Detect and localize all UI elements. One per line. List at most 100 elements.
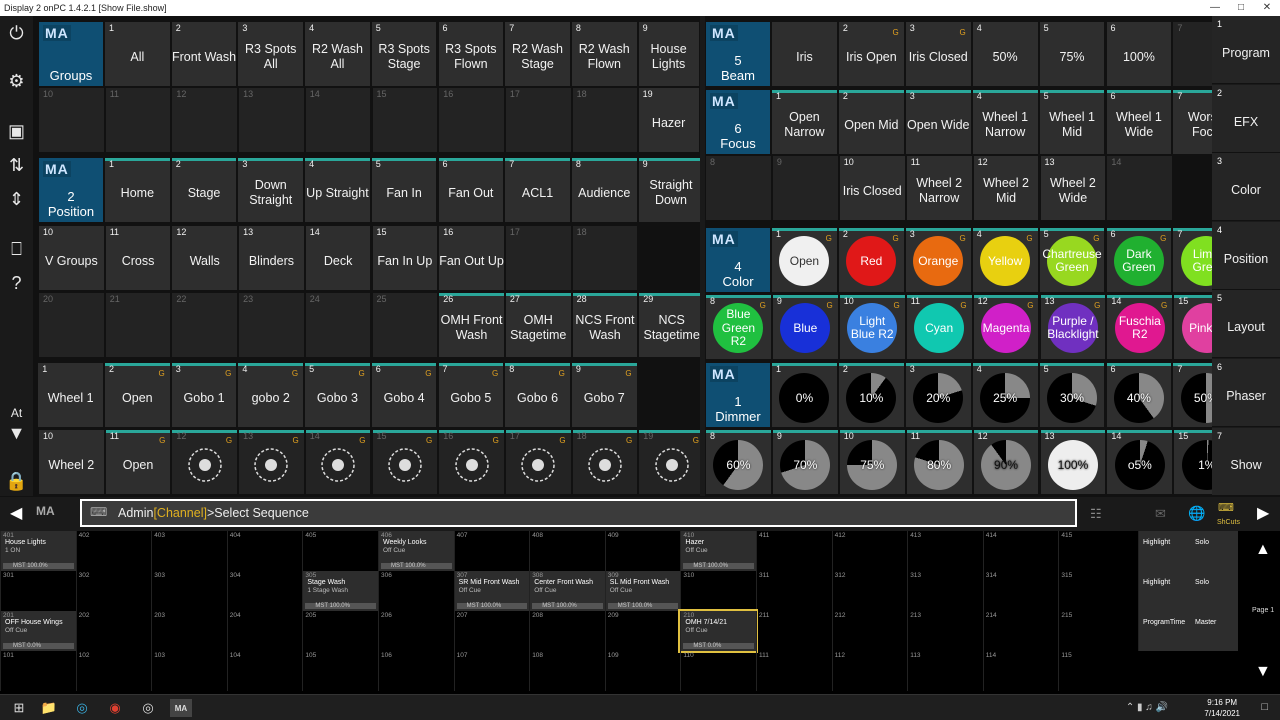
chrome-icon[interactable]: ◉	[106, 699, 124, 717]
special-executor[interactable]: ProgramTime Master	[1138, 611, 1238, 651]
position-preset[interactable]: 27 OMH Stagetime	[504, 292, 572, 358]
executor-102[interactable]: 102	[75, 651, 152, 691]
focus-preset[interactable]: 10 Iris Closed	[838, 155, 906, 221]
group-item-hazer[interactable]: 19 Hazer	[637, 87, 700, 153]
gobo-preset[interactable]: 19 G	[638, 429, 705, 495]
gear-icon[interactable]: ⚙	[0, 64, 33, 98]
dimmer-preset[interactable]: 8 60%	[705, 429, 772, 495]
executor-415[interactable]: 415	[1058, 531, 1134, 571]
executor-107[interactable]: 107	[453, 651, 530, 691]
group-empty[interactable]: 11	[104, 87, 172, 153]
dimmer-preset[interactable]: 9 70%	[771, 429, 839, 495]
executor-308[interactable]: 308 Center Front Wash Off Cue MST 100.0%	[529, 571, 605, 611]
group-empty[interactable]: 14	[304, 87, 372, 153]
pool-label[interactable]: MA 6 Focus	[705, 89, 771, 155]
mail-icon[interactable]: ✉	[1155, 506, 1166, 522]
clock[interactable]: 9:16 PM 7/14/2021	[1204, 697, 1240, 719]
group-empty[interactable]: 12	[171, 87, 239, 153]
view-tab-position[interactable]: 4 Position	[1212, 221, 1280, 290]
executor-311[interactable]: 311	[756, 571, 832, 611]
gobo-preset[interactable]: 1 Wheel 1	[37, 362, 104, 428]
gobo-preset[interactable]: 13 G	[238, 429, 305, 495]
color-preset[interactable]: 14 G Fuschia R2	[1106, 294, 1174, 360]
executor-306[interactable]: 306	[378, 571, 454, 611]
monitor-icon[interactable]: ⎕	[0, 232, 33, 266]
filter-icon[interactable]: ▼	[0, 416, 33, 450]
position-preset[interactable]: 6 Fan Out	[437, 157, 505, 223]
executor-202[interactable]: 202	[75, 611, 152, 651]
executor-413[interactable]: 413	[907, 531, 983, 571]
executor-103[interactable]: 103	[151, 651, 227, 691]
dimmer-preset[interactable]: 11 80%	[905, 429, 973, 495]
executor-407[interactable]: 407	[453, 531, 530, 571]
gobo-preset[interactable]: 6 G Gobo 4	[370, 362, 438, 428]
executor-114[interactable]: 114	[982, 651, 1059, 691]
pool-label[interactable]: MA 1 Dimmer	[705, 362, 771, 428]
command-line-input[interactable]: ⌨ Admin [Channel] >Select Sequence	[80, 499, 1077, 527]
dimmer-preset[interactable]: 5 30%	[1038, 362, 1106, 428]
position-preset[interactable]: 20	[38, 292, 105, 358]
color-preset[interactable]: 3 G Orange	[904, 227, 972, 293]
color-preset[interactable]: 2 G Red	[837, 227, 905, 293]
focus-preset[interactable]: 9	[771, 155, 839, 221]
position-preset[interactable]: 2 Stage	[170, 157, 238, 223]
executor-406[interactable]: 406 Weekly Looks Off Cue MST 100.0%	[378, 531, 454, 571]
color-preset[interactable]: 10 G Light Blue R2	[838, 294, 906, 360]
position-preset[interactable]: 4 Up Straight	[304, 157, 371, 223]
group-empty[interactable]: 13	[238, 87, 305, 153]
left-arrow-icon[interactable]: ◀	[10, 503, 22, 523]
group-empty[interactable]: 15	[371, 87, 439, 153]
file-explorer-icon[interactable]: 📁	[40, 699, 58, 717]
executor-206[interactable]: 206	[378, 611, 454, 651]
executor-101[interactable]: 101	[0, 651, 76, 691]
dimmer-preset[interactable]: 13 100%	[1039, 429, 1107, 495]
grandma-icon[interactable]: MA	[170, 699, 192, 717]
view-tab-program[interactable]: 1 Program	[1212, 16, 1280, 84]
executor-305[interactable]: 305 Stage Wash 1 Stage Wash MST 100.0%	[302, 571, 378, 611]
color-preset[interactable]: 5 G Chartreuse Green	[1038, 227, 1106, 293]
executor-315[interactable]: 315	[1058, 571, 1134, 611]
executor-412[interactable]: 412	[831, 531, 908, 571]
executor-213[interactable]: 213	[907, 611, 983, 651]
executor-404[interactable]: 404	[226, 531, 303, 571]
keyboard-shortcut-icon[interactable]: ⌨	[1218, 501, 1234, 514]
executor-313[interactable]: 313	[907, 571, 983, 611]
sliders-icon[interactable]: ⇅	[0, 148, 33, 182]
view-tab-show[interactable]: 7 Show	[1212, 427, 1280, 496]
group-item[interactable]: 5 R3 Spots Stage	[370, 21, 438, 87]
color-preset[interactable]: 11 G Cyan	[905, 294, 973, 360]
executor-201[interactable]: 201 OFF House Wings Off Cue MST 0.0%	[0, 611, 76, 651]
dimmer-preset[interactable]: 1 0%	[771, 362, 838, 428]
executor-408[interactable]: 408	[529, 531, 605, 571]
position-preset[interactable]: 14 Deck	[304, 225, 372, 291]
right-arrow-icon[interactable]: ▶	[1257, 503, 1269, 523]
special-executor[interactable]: Highlight Solo	[1138, 531, 1238, 571]
position-preset[interactable]: 17	[504, 225, 572, 291]
position-preset[interactable]: 23	[238, 292, 305, 358]
group-item[interactable]: 4 R2 Wash All	[304, 21, 371, 87]
focus-preset[interactable]: 6 Wheel 1 Wide	[1105, 89, 1173, 155]
beam-preset[interactable]: 5 75%	[1038, 21, 1106, 87]
gobo-preset[interactable]: 11 G Open	[104, 429, 172, 495]
focus-preset[interactable]: 4 Wheel 1 Narrow	[971, 89, 1039, 155]
group-item[interactable]: 2 Front Wash	[170, 21, 238, 87]
gobo-preset[interactable]: 9 G Gobo 7	[570, 362, 638, 428]
executor-108[interactable]: 108	[529, 651, 605, 691]
edge-icon[interactable]: ◎	[73, 699, 91, 717]
position-preset[interactable]: 25	[371, 292, 439, 358]
executor-302[interactable]: 302	[75, 571, 152, 611]
group-item[interactable]: 1 All	[104, 21, 171, 87]
executor-205[interactable]: 205	[302, 611, 378, 651]
globe-icon[interactable]: 🌐	[1188, 505, 1205, 522]
special-executor[interactable]: Highlight Solo	[1138, 571, 1238, 611]
gobo-preset[interactable]: 7 G Gobo 5	[437, 362, 505, 428]
executor-111[interactable]: 111	[756, 651, 832, 691]
color-preset[interactable]: 12 G Magenta	[972, 294, 1040, 360]
executor-212[interactable]: 212	[831, 611, 908, 651]
group-empty[interactable]: 16	[438, 87, 505, 153]
group-item-house-lights[interactable]: 9 House Lights	[637, 21, 700, 87]
focus-preset[interactable]: 11 Wheel 2 Narrow	[905, 155, 973, 221]
executor-211[interactable]: 211	[756, 611, 832, 651]
faders-icon[interactable]: ⇕	[0, 182, 33, 216]
executor-214[interactable]: 214	[982, 611, 1059, 651]
